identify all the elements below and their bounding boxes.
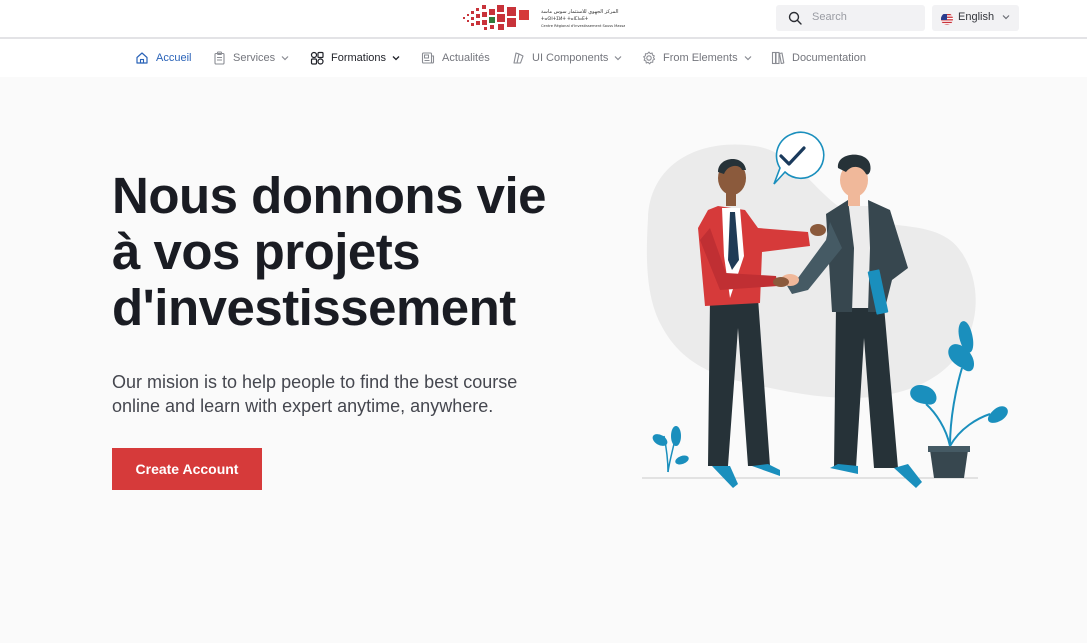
home-icon bbox=[136, 52, 148, 64]
logo-mark: المركز الجهوي للاستثمار سوس ماسة ⵜⴰⵙⵏⵜⵉⵍ… bbox=[463, 5, 625, 30]
create-account-button[interactable]: Create Account bbox=[112, 448, 262, 490]
chevron-down-icon bbox=[392, 56, 400, 61]
us-flag-icon bbox=[941, 13, 953, 25]
handshake-illustration-art bbox=[642, 131, 1008, 488]
language-selector[interactable]: English bbox=[932, 5, 1019, 31]
nav-label: UI Components bbox=[532, 52, 609, 64]
hero-title-line: d'investissement bbox=[112, 279, 516, 336]
grid-icon bbox=[310, 51, 324, 65]
top-header: المركز الجهوي للاستثمار سوس ماسة ⵜⴰⵙⵏⵜⵉⵍ… bbox=[0, 0, 1087, 39]
hero-title-line: Nous donnons vie bbox=[112, 167, 547, 224]
layers-icon bbox=[513, 52, 524, 64]
search-input[interactable]: Search bbox=[812, 11, 847, 23]
svg-text:المركز الجهوي للاستثمار سوس ما: المركز الجهوي للاستثمار سوس ماسة bbox=[541, 9, 619, 15]
nav-label: Documentation bbox=[792, 52, 866, 64]
gear-icon bbox=[643, 51, 656, 65]
clipboard-icon bbox=[214, 51, 225, 65]
hero-subtitle: Our mision is to help people to find the… bbox=[112, 370, 572, 418]
svg-text:ⵜⴰⵙⵏⵜⵉⵍⵜ ⵜⴰⵏⵎⵏⴰⴹⵜ: ⵜⴰⵙⵏⵜⵉⵍⵜ ⵜⴰⵏⵎⵏⴰⴹⵜ bbox=[541, 17, 589, 22]
language-label: English bbox=[958, 11, 995, 23]
nav-label: Accueil bbox=[156, 52, 192, 64]
nav-item-actualites[interactable]: Actualités bbox=[421, 39, 490, 77]
chevron-down-icon bbox=[744, 56, 752, 61]
hero-subtitle-line: online and learn with expert anytime, an… bbox=[112, 396, 494, 416]
nav-item-services[interactable]: Services bbox=[213, 39, 289, 77]
hero-title-line: à vos projets bbox=[112, 223, 421, 280]
newspaper-icon bbox=[421, 52, 435, 64]
hero-subtitle-line: Our mision is to help people to find the… bbox=[112, 372, 518, 392]
nav-label: From Elements bbox=[663, 52, 738, 64]
main-nav: Accueil Services Formations Actualités U… bbox=[0, 39, 1087, 77]
svg-text:Centre Régional d'Investisseme: Centre Régional d'Investissement Souss M… bbox=[541, 24, 625, 28]
nav-item-ui-components[interactable]: UI Components bbox=[512, 39, 622, 77]
chevron-down-icon bbox=[1002, 15, 1010, 20]
handshake-illustration bbox=[640, 128, 1015, 496]
chevron-down-icon bbox=[281, 56, 289, 61]
hero-title: Nous donnons vie à vos projets d'investi… bbox=[112, 168, 612, 336]
nav-label: Actualités bbox=[442, 52, 490, 64]
nav-item-documentation[interactable]: Documentation bbox=[771, 39, 866, 77]
nav-item-accueil[interactable]: Accueil bbox=[135, 39, 191, 77]
chevron-down-icon bbox=[615, 56, 622, 61]
nav-label: Services bbox=[233, 52, 276, 64]
search-icon bbox=[788, 11, 802, 25]
books-icon bbox=[771, 51, 785, 65]
logo[interactable]: المركز الجهوي للاستثمار سوس ماسة ⵜⴰⵙⵏⵜⵉⵍ… bbox=[463, 3, 625, 34]
search-box[interactable]: Search bbox=[776, 5, 925, 31]
nav-label: Formations bbox=[331, 52, 387, 64]
nav-item-from-elements[interactable]: From Elements bbox=[642, 39, 752, 77]
nav-item-formations[interactable]: Formations bbox=[310, 39, 400, 77]
